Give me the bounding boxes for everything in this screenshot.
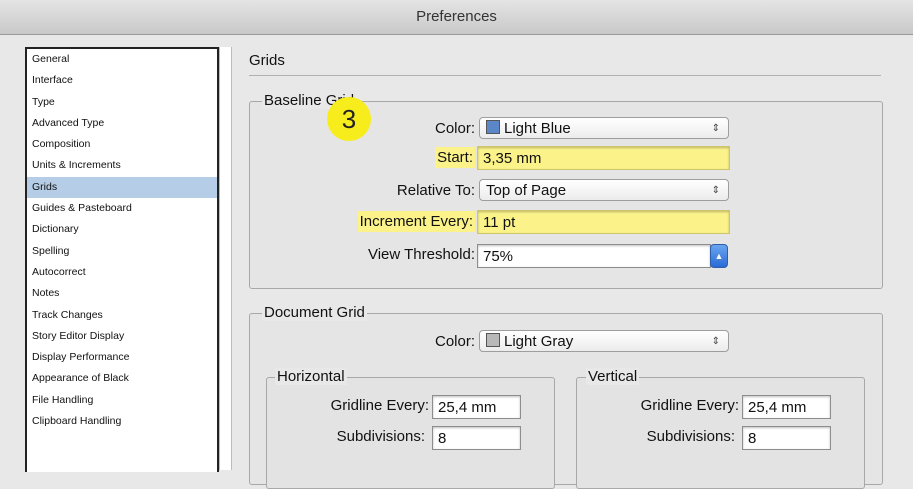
- horizontal-subdivisions-label: Subdivisions:: [336, 428, 425, 445]
- increment-every-label: Increment Every:: [357, 211, 475, 232]
- document-color-label: Color:: [434, 333, 475, 350]
- vertical-gridline-label: Gridline Every:: [640, 397, 739, 414]
- sidebar-item-type[interactable]: Type: [27, 92, 217, 113]
- sidebar-item-notes[interactable]: Notes: [27, 283, 217, 304]
- baseline-color-select[interactable]: Light Blue ⇕: [479, 117, 729, 139]
- increment-every-field[interactable]: 11 pt: [477, 210, 730, 234]
- vertical-subdivisions-field[interactable]: 8: [742, 426, 831, 450]
- step-number-badge: 3: [327, 97, 371, 141]
- updown-arrows-icon: ⇕: [711, 185, 720, 196]
- sidebar-item-advanced-type[interactable]: Advanced Type: [27, 113, 217, 134]
- sidebar-scrollbar[interactable]: [219, 47, 232, 470]
- updown-arrows-icon: ⇕: [711, 336, 720, 347]
- horizontal-gridline-label: Gridline Every:: [330, 397, 429, 414]
- sidebar-item-units-increments[interactable]: Units & Increments: [27, 155, 217, 176]
- sidebar-item-autocorrect[interactable]: Autocorrect: [27, 262, 217, 283]
- sidebar-item-clipboard-handling[interactable]: Clipboard Handling: [27, 411, 217, 432]
- relative-to-label: Relative To:: [396, 182, 475, 199]
- relative-to-select[interactable]: Top of Page ⇕: [479, 179, 729, 201]
- section-divider: [249, 75, 881, 76]
- sidebar-item-appearance-of-black[interactable]: Appearance of Black: [27, 368, 217, 389]
- sidebar-item-guides-pasteboard[interactable]: Guides & Pasteboard: [27, 198, 217, 219]
- threshold-stepper-icon[interactable]: ▲: [710, 244, 728, 268]
- document-color-value: Light Gray: [504, 333, 574, 350]
- sidebar-item-general[interactable]: General: [27, 49, 217, 70]
- updown-arrows-icon: ⇕: [711, 123, 720, 134]
- sidebar-item-display-performance[interactable]: Display Performance: [27, 347, 217, 368]
- vertical-legend: Vertical: [586, 368, 640, 385]
- horizontal-gridline-field[interactable]: 25,4 mm: [432, 395, 521, 419]
- horizontal-subdivisions-field[interactable]: 8: [432, 426, 521, 450]
- vertical-gridline-field[interactable]: 25,4 mm: [742, 395, 831, 419]
- baseline-start-label: Start:: [435, 147, 475, 168]
- baseline-color-label: Color:: [434, 120, 475, 137]
- sidebar-item-spelling[interactable]: Spelling: [27, 241, 217, 262]
- light-blue-swatch: [486, 120, 500, 134]
- window-title: Preferences: [0, 0, 913, 35]
- sidebar-item-composition[interactable]: Composition: [27, 134, 217, 155]
- document-color-select[interactable]: Light Gray ⇕: [479, 330, 729, 352]
- light-gray-swatch: [486, 333, 500, 347]
- sidebar-item-story-editor-display[interactable]: Story Editor Display: [27, 326, 217, 347]
- sidebar-item-file-handling[interactable]: File Handling: [27, 390, 217, 411]
- sidebar-item-track-changes[interactable]: Track Changes: [27, 305, 217, 326]
- vertical-subdivisions-label: Subdivisions:: [646, 428, 735, 445]
- baseline-color-value: Light Blue: [504, 120, 571, 137]
- baseline-start-field[interactable]: 3,35 mm: [477, 146, 730, 170]
- section-title: Grids: [249, 52, 285, 69]
- sidebar-item-grids[interactable]: Grids: [27, 176, 217, 199]
- view-threshold-field[interactable]: 75%: [477, 244, 711, 268]
- sidebar-item-interface[interactable]: Interface: [27, 70, 217, 91]
- relative-to-value: Top of Page: [486, 182, 567, 199]
- document-grid-legend: Document Grid: [262, 304, 367, 321]
- view-threshold-label: View Threshold:: [367, 246, 475, 263]
- horizontal-legend: Horizontal: [275, 368, 347, 385]
- preferences-category-list[interactable]: General Interface Type Advanced Type Composi…: [25, 47, 219, 472]
- sidebar-item-dictionary[interactable]: Dictionary: [27, 219, 217, 240]
